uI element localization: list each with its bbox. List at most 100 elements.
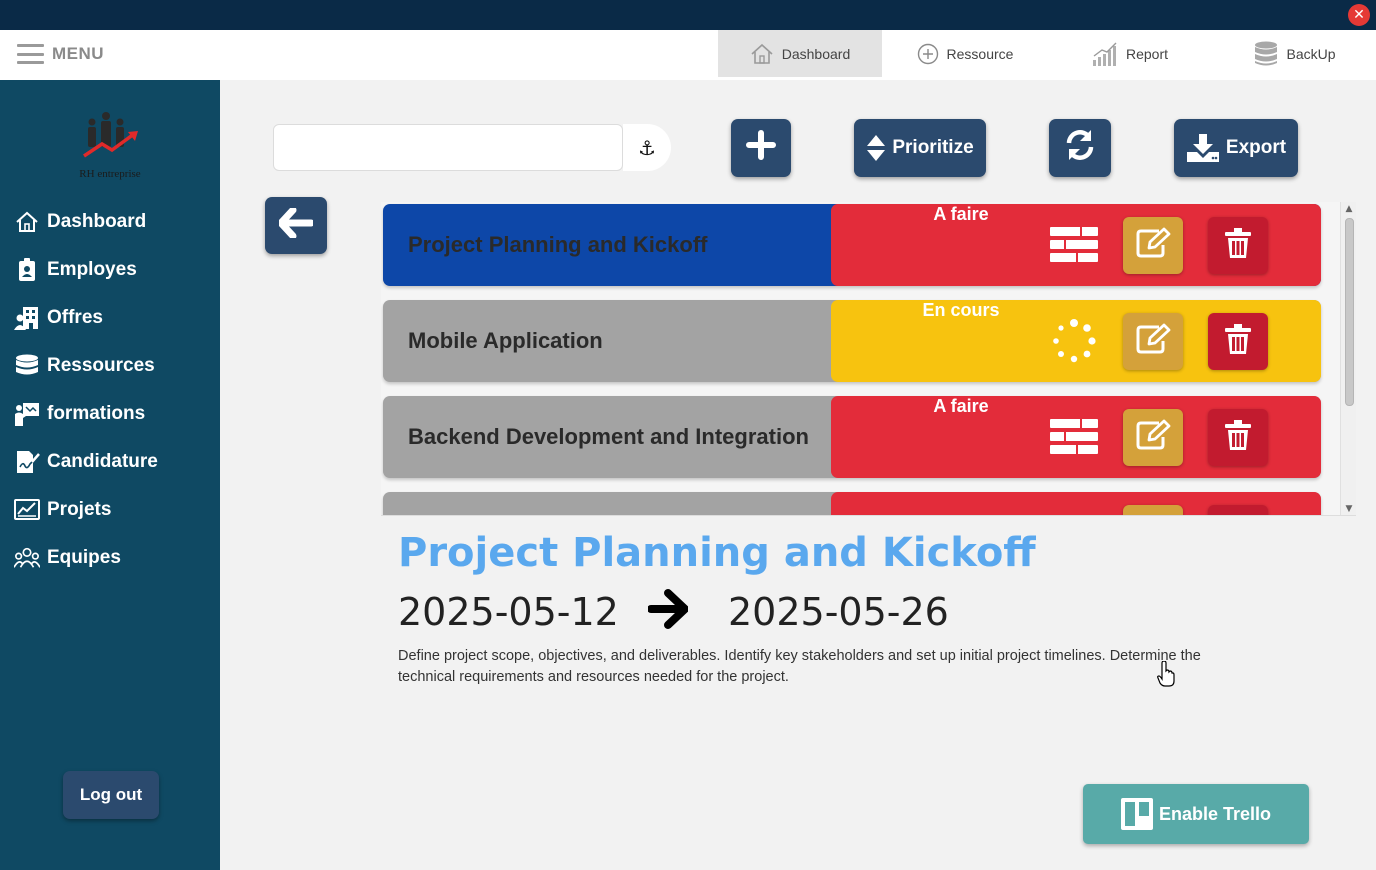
sidebar-item-ressources[interactable]: Ressources bbox=[14, 350, 155, 382]
tab-label: Dashboard bbox=[781, 45, 851, 62]
anchor-icon[interactable]: ⚓ bbox=[623, 124, 671, 171]
sidebar-item-label: Employes bbox=[47, 259, 137, 280]
start-date: 2025-05-12 bbox=[398, 590, 619, 634]
export-label: Export bbox=[1225, 137, 1287, 158]
add-button[interactable] bbox=[731, 119, 791, 177]
tab-backup[interactable]: BackUp bbox=[1240, 30, 1350, 77]
tab-report[interactable]: Report bbox=[1075, 30, 1185, 77]
sort-icon bbox=[866, 134, 886, 162]
signature-icon bbox=[14, 450, 40, 474]
scroll-up-icon[interactable]: ▲ bbox=[1341, 202, 1356, 216]
sidebar-item-formations[interactable]: formations bbox=[14, 398, 145, 430]
sidebar-item-projets[interactable]: Projets bbox=[14, 494, 111, 526]
tab-label: Ressource bbox=[946, 45, 1014, 62]
presentation-icon bbox=[14, 402, 40, 426]
tab-dashboard[interactable]: Dashboard bbox=[718, 30, 882, 77]
scroll-thumb[interactable] bbox=[1345, 218, 1354, 406]
building-user-icon bbox=[14, 306, 40, 330]
sidebar-item-label: formations bbox=[47, 403, 146, 424]
selected-task-title: Project Planning and Kickoff bbox=[398, 530, 1036, 576]
logo-text: RH entreprise bbox=[79, 168, 141, 180]
sidebar-item-candidature[interactable]: Candidature bbox=[14, 446, 158, 478]
id-badge-icon bbox=[14, 258, 40, 282]
database-icon bbox=[14, 354, 40, 378]
delete-button[interactable] bbox=[1208, 217, 1268, 274]
trello-label: Enable Trello bbox=[1158, 803, 1272, 824]
plus-icon bbox=[746, 130, 776, 166]
back-button[interactable] bbox=[265, 197, 327, 254]
top-navigation-bar: MENU Dashboard Ressource Report BackUp bbox=[0, 30, 1376, 80]
trash-icon bbox=[1224, 228, 1252, 263]
task-description: Define project scope, objectives, and de… bbox=[398, 648, 1201, 685]
list-icon bbox=[1049, 415, 1099, 459]
task-row[interactable]: Mobile Application En cours bbox=[383, 300, 1321, 382]
status-badge: A faire bbox=[933, 204, 989, 224]
home-icon bbox=[14, 210, 40, 234]
sidebar-item-dashboard[interactable]: Dashboard bbox=[14, 206, 146, 238]
export-button[interactable]: Export bbox=[1174, 119, 1298, 177]
task-status-area: A faire bbox=[831, 204, 1321, 286]
list-icon bbox=[1049, 223, 1099, 267]
logout-button[interactable]: Log out bbox=[63, 771, 159, 819]
task-row[interactable]: Project Planning and Kickoff A faire bbox=[383, 204, 1321, 286]
trash-icon bbox=[1224, 420, 1252, 455]
status-badge: A faire bbox=[933, 396, 989, 416]
task-row[interactable] bbox=[383, 492, 1321, 515]
status-badge: En cours bbox=[922, 300, 1000, 320]
signal-bars-icon bbox=[1092, 42, 1118, 66]
prioritize-button[interactable]: Prioritize bbox=[854, 119, 986, 177]
sidebar-item-label: Candidature bbox=[47, 451, 158, 472]
trash-icon bbox=[1224, 324, 1252, 359]
search-bar: ⚓ bbox=[273, 124, 671, 171]
task-name: Backend Development and Integration bbox=[408, 424, 809, 449]
edit-icon bbox=[1135, 419, 1171, 456]
edit-icon bbox=[1135, 227, 1171, 264]
hamburger-icon bbox=[17, 44, 44, 64]
download-icon bbox=[1186, 133, 1220, 163]
delete-button[interactable] bbox=[1208, 313, 1268, 370]
task-status-area: A faire bbox=[831, 396, 1321, 478]
refresh-button[interactable] bbox=[1049, 119, 1111, 177]
team-icon bbox=[14, 546, 40, 570]
end-date: 2025-05-26 bbox=[728, 590, 949, 634]
sidebar: RH entreprise Dashboard Employes Offres … bbox=[0, 80, 220, 870]
sidebar-item-employes[interactable]: Employes bbox=[14, 254, 137, 286]
task-name: Mobile Application bbox=[408, 328, 603, 353]
sidebar-item-label: Ressources bbox=[47, 355, 155, 376]
enable-trello-button[interactable]: Enable Trello bbox=[1083, 784, 1309, 844]
prioritize-label: Prioritize bbox=[892, 137, 974, 158]
tab-label: BackUp bbox=[1286, 45, 1336, 62]
sidebar-item-label: Equipes bbox=[47, 547, 121, 568]
sidebar-item-label: Projets bbox=[47, 499, 112, 520]
hand-cursor-icon bbox=[1157, 660, 1175, 687]
trello-icon bbox=[1120, 798, 1153, 830]
tab-ressource[interactable]: Ressource bbox=[900, 30, 1030, 77]
list-scrollbar[interactable]: ▲ ▼ bbox=[1340, 202, 1356, 515]
sidebar-item-equipes[interactable]: Equipes bbox=[14, 542, 121, 574]
refresh-icon bbox=[1063, 128, 1097, 168]
arrow-left-icon bbox=[277, 206, 315, 243]
menu-label: MENU bbox=[52, 44, 105, 63]
edit-button[interactable] bbox=[1123, 217, 1183, 274]
delete-button[interactable] bbox=[1208, 409, 1268, 466]
task-name: Project Planning and Kickoff bbox=[408, 232, 708, 257]
sidebar-item-label: Offres bbox=[47, 307, 103, 328]
task-row[interactable]: Backend Development and Integration A fa… bbox=[383, 396, 1321, 478]
edit-icon bbox=[1135, 323, 1171, 360]
edit-button[interactable] bbox=[1123, 409, 1183, 466]
spinner-icon bbox=[1049, 319, 1099, 363]
sidebar-item-offres[interactable]: Offres bbox=[14, 302, 103, 334]
company-logo: RH entreprise bbox=[70, 110, 150, 182]
sidebar-item-label: Dashboard bbox=[47, 211, 147, 232]
tab-label: Report bbox=[1125, 45, 1169, 62]
edit-button[interactable] bbox=[1123, 505, 1183, 515]
arrow-right-icon bbox=[648, 586, 690, 632]
scroll-down-icon[interactable]: ▼ bbox=[1341, 502, 1356, 515]
search-input[interactable] bbox=[273, 124, 623, 171]
delete-button[interactable] bbox=[1208, 505, 1268, 515]
menu-toggle-button[interactable]: MENU bbox=[17, 44, 104, 64]
database-icon bbox=[1254, 41, 1278, 67]
edit-button[interactable] bbox=[1123, 313, 1183, 370]
close-icon[interactable]: ✕ bbox=[1348, 4, 1370, 26]
task-status-area bbox=[831, 492, 1321, 515]
